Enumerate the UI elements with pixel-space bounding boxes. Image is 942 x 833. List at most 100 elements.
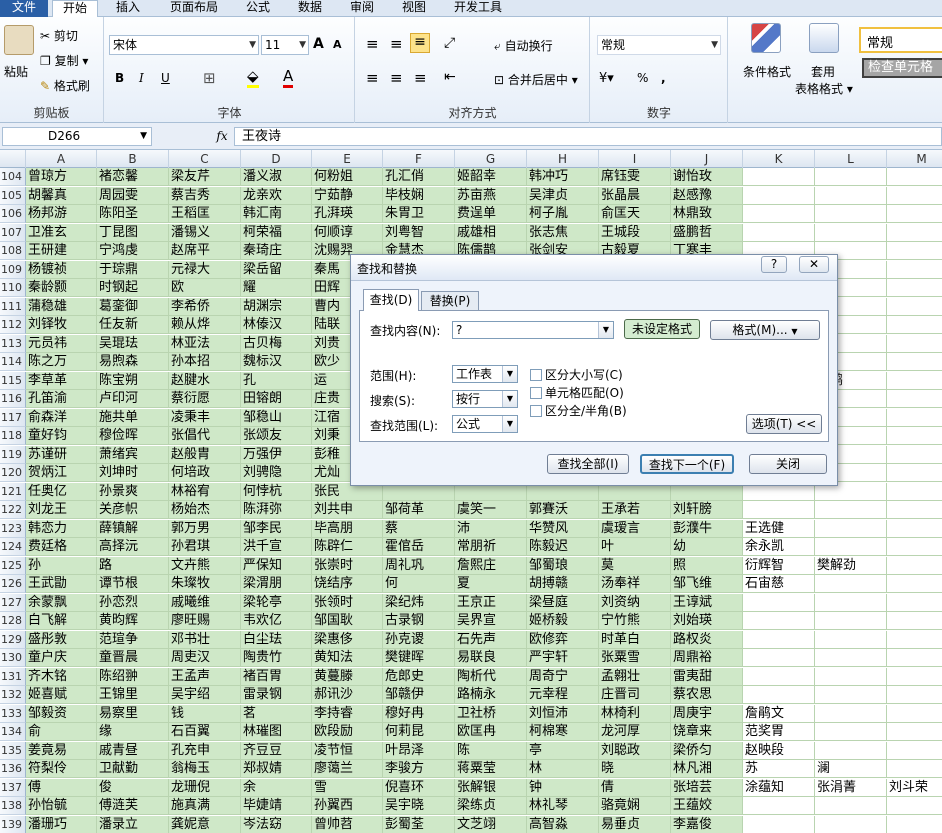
cell[interactable] [815, 224, 887, 242]
cell[interactable]: 毕高朋 [312, 520, 383, 538]
cell[interactable]: 萧绪宾 [97, 446, 169, 464]
cell[interactable]: 沛 [455, 520, 527, 538]
cell[interactable] [887, 409, 942, 427]
cell[interactable]: 元幸程 [527, 686, 599, 704]
cell[interactable]: 施真满 [169, 797, 241, 815]
cell[interactable]: 刘聪政 [599, 742, 671, 760]
cell[interactable]: 宁茹静 [312, 187, 383, 205]
row-header[interactable]: 134 [0, 723, 26, 741]
cell[interactable]: 凌秉丰 [169, 409, 241, 427]
cell[interactable]: 贺炳江 [26, 464, 97, 482]
cell[interactable] [887, 705, 942, 723]
column-header-f[interactable]: F [383, 150, 455, 168]
cell[interactable]: 齐木铭 [26, 668, 97, 686]
cell[interactable]: 周鼎裕 [671, 649, 743, 667]
cell[interactable] [887, 797, 942, 815]
column-header-k[interactable]: K [743, 150, 815, 168]
cell[interactable] [887, 427, 942, 445]
cell[interactable] [743, 686, 815, 704]
cell[interactable]: 王稻匡 [169, 205, 241, 223]
row-header[interactable]: 110 [0, 279, 26, 297]
cell[interactable]: 俊 [97, 779, 169, 797]
cell[interactable]: 梁昼庭 [527, 594, 599, 612]
cell[interactable]: 石百翼 [169, 723, 241, 741]
cell[interactable]: 潘珊巧 [26, 816, 97, 833]
cell[interactable]: 关彦帜 [97, 501, 169, 519]
cell[interactable]: 李嘉俊 [671, 816, 743, 833]
cell[interactable]: 穆好冉 [383, 705, 455, 723]
cell[interactable]: 柯荣福 [241, 224, 312, 242]
merge-center-button[interactable]: ⊡ 合并后居中 ▾ [494, 71, 578, 88]
cell[interactable] [887, 723, 942, 741]
row-header[interactable]: 111 [0, 298, 26, 316]
cell[interactable]: 范奖胃 [743, 723, 815, 741]
find-what-input[interactable]: ? ▼ [452, 321, 614, 339]
cell[interactable]: 何悖杭 [241, 483, 312, 501]
cell[interactable]: 张崇时 [312, 557, 383, 575]
cell[interactable]: 张颂友 [241, 427, 312, 445]
cell[interactable]: 雷录钢 [241, 686, 312, 704]
paste-icon[interactable] [4, 25, 34, 55]
cell[interactable]: 赵般胄 [169, 446, 241, 464]
cell[interactable]: 费逞单 [455, 205, 527, 223]
cell[interactable]: 薛镇解 [97, 520, 169, 538]
cell[interactable]: 高智淼 [527, 816, 599, 833]
cell[interactable]: 龚妮意 [169, 816, 241, 833]
row-header[interactable]: 119 [0, 446, 26, 464]
cell[interactable] [887, 205, 942, 223]
insert-function-button[interactable]: fx [212, 127, 232, 146]
cell[interactable]: 元员祎 [26, 335, 97, 353]
cell[interactable]: 孔充申 [169, 742, 241, 760]
cell[interactable]: 何培政 [169, 464, 241, 482]
cell[interactable] [887, 316, 942, 334]
cell[interactable]: 洪千宣 [241, 538, 312, 556]
row-header[interactable]: 138 [0, 797, 26, 815]
cell[interactable]: 张涓菁 [815, 779, 887, 797]
underline-button[interactable]: U [161, 71, 170, 85]
cell[interactable]: 照 [671, 557, 743, 575]
row-header[interactable]: 109 [0, 261, 26, 279]
cell[interactable]: 涂蕴知 [743, 779, 815, 797]
align-center-icon[interactable]: ≡ [390, 69, 403, 87]
cell[interactable]: 周园雯 [97, 187, 169, 205]
table-format-button[interactable]: 表格格式 ▾ [795, 80, 853, 97]
cell[interactable]: 孔汇俏 [383, 168, 455, 186]
cell[interactable]: 张解银 [455, 779, 527, 797]
cell[interactable]: 陶贵竹 [241, 649, 312, 667]
cell[interactable]: 邹国耿 [312, 612, 383, 630]
cell[interactable]: 周礼巩 [383, 557, 455, 575]
cell[interactable] [887, 575, 942, 593]
cell[interactable]: 于琮鼎 [97, 261, 169, 279]
cell[interactable]: 危郎史 [383, 668, 455, 686]
cell[interactable]: 孙克谡 [383, 631, 455, 649]
cell[interactable]: 梁侨匀 [671, 742, 743, 760]
tab-view[interactable]: 视图 [394, 0, 434, 17]
column-header-l[interactable]: L [815, 150, 887, 168]
cell[interactable]: 费廷格 [26, 538, 97, 556]
cell[interactable]: 胡渊宗 [241, 298, 312, 316]
copy-button[interactable]: ❐ 复制 ▾ [40, 52, 88, 69]
cell[interactable]: 王研建 [26, 242, 97, 260]
find-all-button[interactable]: 查找全部(I) [547, 454, 629, 474]
cell[interactable]: 吴宇绍 [169, 686, 241, 704]
row-header[interactable]: 104 [0, 168, 26, 186]
cell[interactable] [887, 446, 942, 464]
cell[interactable]: 田镕朗 [241, 390, 312, 408]
tab-file[interactable]: 文件 [0, 0, 48, 17]
cell[interactable]: 詹熙庄 [455, 557, 527, 575]
cell[interactable]: 王选健 [743, 520, 815, 538]
cell[interactable]: 樊键晖 [383, 649, 455, 667]
cell[interactable] [815, 187, 887, 205]
tab-home[interactable]: 开始 [52, 0, 98, 18]
cell[interactable] [743, 649, 815, 667]
cell[interactable]: 吴津贞 [527, 187, 599, 205]
cell[interactable] [743, 668, 815, 686]
cell[interactable]: 茗 [241, 705, 312, 723]
cell[interactable] [887, 649, 942, 667]
cell[interactable]: 彭濮牛 [671, 520, 743, 538]
shrink-font-button[interactable]: A [333, 38, 342, 51]
cell[interactable]: 石宙慈 [743, 575, 815, 593]
cell[interactable]: 童好钧 [26, 427, 97, 445]
cell[interactable]: 缘 [97, 723, 169, 741]
cell[interactable] [815, 649, 887, 667]
